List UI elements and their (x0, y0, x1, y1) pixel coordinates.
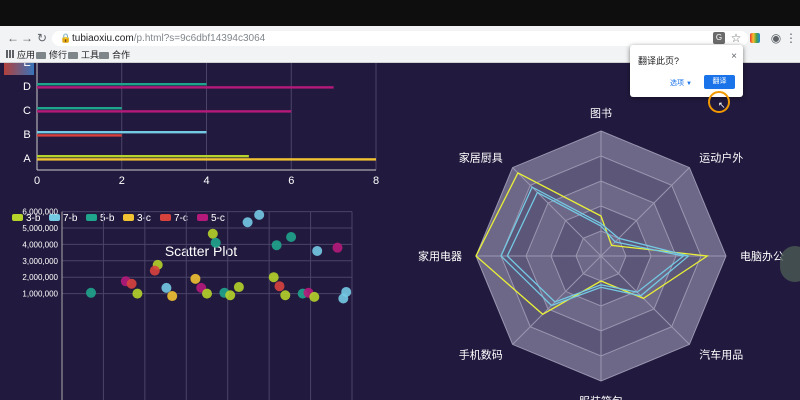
scatter-point (132, 288, 143, 299)
reload-icon[interactable]: ↻ (35, 31, 49, 45)
bar-x-tick-label: 6 (288, 175, 294, 187)
scatter-point (149, 265, 160, 276)
scatter-point (233, 282, 244, 293)
bar-x-tick-label: 2 (119, 175, 125, 187)
caret-down-icon: ▼ (685, 81, 692, 87)
page-content: 0 2 4 6 8 A B C D E 3-b 7-b 5-b 3-c 7-c 5-c Scatter Plot… (0, 63, 800, 400)
bar (37, 158, 376, 161)
translate-options-dropdown[interactable]: 选项 ▼ (670, 78, 692, 88)
bookmark-folder[interactable]: 修行 (36, 50, 67, 61)
folder-icon (36, 52, 46, 59)
close-icon[interactable]: × (731, 51, 737, 62)
scatter-point (210, 237, 221, 248)
legend-label: 7-b (63, 213, 78, 224)
bookmark-folder[interactable]: 工具 (68, 50, 99, 61)
scatter-y-tick-label: 6,000,000 (22, 208, 58, 217)
scatter-point (312, 245, 323, 256)
radar-axis-label: 手机数码 (459, 347, 503, 361)
bar-x-tick-label: 4 (203, 175, 209, 187)
scatter-point (268, 272, 279, 283)
address-url[interactable]: tubiaoxiu.com/p.html?s=9c6dbf14394c3064 (72, 32, 265, 45)
bar-category-label: C (23, 105, 31, 117)
scatter-point (271, 240, 282, 251)
bar-x-tick-label: 8 (373, 175, 379, 187)
radar-axis-label: 电脑办公 (740, 250, 784, 263)
screen-top-bar (0, 0, 800, 26)
bar (37, 86, 334, 89)
bar-category-label: A (23, 153, 31, 165)
radar-axis-label: 运动户外 (699, 151, 743, 165)
scatter-point (254, 209, 265, 220)
scatter-point (202, 288, 212, 299)
translate-icon[interactable]: G (713, 32, 725, 44)
legend-swatch (123, 214, 134, 221)
bookmark-star-icon[interactable]: ☆ (729, 31, 743, 45)
legend-swatch (12, 214, 23, 221)
folder-icon (68, 52, 78, 59)
translate-popup: 翻译此页? × 选项 ▼ 翻译 (630, 45, 743, 97)
bar (37, 110, 292, 113)
scatter-point (167, 291, 178, 302)
bar (37, 107, 122, 110)
bar (37, 131, 207, 134)
radar-axis-label: 汽车用品 (699, 347, 743, 361)
scatter-y-tick-label: 2,000,000 (22, 273, 58, 282)
legend-label: 5-c (211, 213, 225, 224)
scatter-point (338, 293, 349, 304)
radar-axis-label: 家居厨具 (459, 151, 503, 165)
legend-swatch (197, 214, 208, 221)
scatter-point (86, 287, 96, 298)
radar-axis-label: 服装箱包 (579, 394, 623, 400)
scatter-point (286, 232, 297, 243)
bookmark-apps[interactable]: 应用 (6, 50, 35, 61)
bar-category-label: D (23, 81, 31, 93)
bar (37, 83, 207, 86)
account-icon[interactable]: ◉ (769, 31, 783, 45)
legend-swatch (86, 214, 97, 221)
bookmark-folder[interactable]: 合作 (99, 50, 130, 61)
scatter-point (190, 273, 201, 284)
scatter-point (332, 242, 343, 253)
bar-x-tick-label: 0 (34, 175, 40, 187)
scatter-point (280, 290, 291, 301)
scatter-y-tick-label: 5,000,000 (22, 224, 58, 233)
back-icon[interactable]: ← (6, 31, 20, 45)
scatter-y-tick-label: 1,000,000 (22, 290, 58, 299)
scatter-point (207, 228, 218, 239)
radar-axis-label: 图书 (590, 107, 612, 120)
scatter-point (161, 282, 172, 293)
scatter-point (126, 278, 137, 289)
legend-swatch (160, 214, 171, 221)
folder-icon (99, 52, 109, 59)
scatter-point (274, 281, 285, 292)
legend-label: 5-b (100, 213, 115, 224)
translate-popup-title: 翻译此页? (638, 56, 680, 66)
translate-button[interactable]: 翻译 (704, 75, 735, 89)
menu-icon[interactable]: ⋮ (784, 31, 798, 45)
scatter-y-tick-label: 4,000,000 (22, 240, 58, 249)
bar-category-label: B (23, 129, 30, 141)
apps-grid-icon (6, 50, 14, 58)
bar (37, 134, 122, 137)
legend-label: 3-c (137, 213, 151, 224)
mouse-pointer-icon: ↖ (718, 100, 726, 110)
lock-icon: 🔒 (60, 33, 72, 43)
forward-icon[interactable]: → (20, 31, 34, 45)
scatter-y-tick-label: 3,000,000 (22, 257, 58, 266)
bar (37, 155, 249, 158)
bar-category-label: E (23, 63, 30, 69)
scatter-point (225, 290, 236, 301)
scatter-point (242, 217, 253, 228)
radar-axis-label: 家用电器 (418, 249, 462, 263)
side-scroll-button[interactable] (780, 246, 800, 282)
scatter-title: Scatter Plot (165, 243, 237, 259)
charts-canvas: 0 2 4 6 8ABCDE3-b 7-b 5-b 3-c 7-c 5-cScatter Plot… (12, 63, 784, 400)
scatter-point (309, 291, 320, 302)
extension-icon[interactable] (750, 33, 760, 43)
